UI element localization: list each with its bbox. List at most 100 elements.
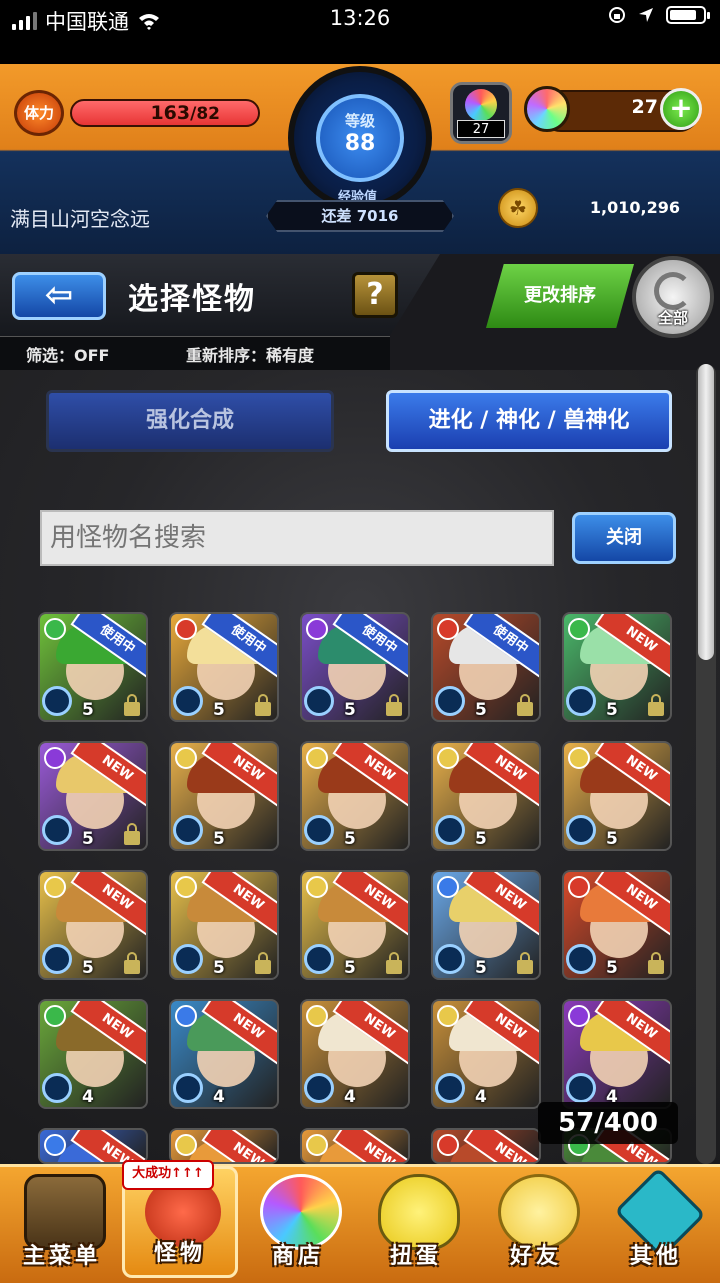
nav-friends[interactable]: 好友	[478, 1166, 594, 1278]
element-icon	[175, 1134, 197, 1156]
back-button[interactable]: ⇦	[12, 272, 106, 320]
help-button[interactable]: ?	[352, 272, 398, 318]
monster-card[interactable]: 使用中 5	[431, 612, 541, 722]
monster-card[interactable]: NEW 5	[562, 741, 672, 851]
type-icon	[435, 815, 465, 845]
element-icon	[437, 876, 459, 898]
monster-card[interactable]: NEW 5	[38, 870, 148, 980]
rarity-stars: 5	[606, 700, 618, 720]
sort-status[interactable]: 重新排序：稀有度	[186, 342, 314, 366]
type-icon	[566, 815, 596, 845]
page-title: 选择怪物	[128, 282, 256, 317]
stamina-text: 163/82	[150, 102, 220, 124]
scrollbar[interactable]	[696, 364, 716, 1164]
element-icon	[437, 747, 459, 769]
monster-card[interactable]: NEW 5	[38, 741, 148, 851]
monster-card[interactable]: NEW 5	[431, 870, 541, 980]
show-all-button[interactable]: 全部	[632, 256, 714, 338]
monster-card[interactable]: 使用中 5	[169, 612, 279, 722]
rainbow-gem-icon	[465, 89, 497, 121]
monster-card[interactable]: 使用中 5	[38, 612, 148, 722]
monster-card[interactable]: NEW 5	[169, 870, 279, 980]
element-icon	[306, 876, 328, 898]
rarity-stars: 4	[213, 1087, 225, 1107]
type-icon	[566, 944, 596, 974]
monster-card[interactable]: NEW 5	[431, 741, 541, 851]
back-arrow-icon: ⇦	[44, 275, 74, 315]
type-icon	[435, 1073, 465, 1103]
monster-card[interactable]: NEW 5	[169, 741, 279, 851]
stamina-meter[interactable]: 体力 163/82	[14, 90, 260, 136]
rarity-stars: 5	[606, 958, 618, 978]
close-search-button[interactable]: 关闭	[572, 512, 676, 564]
nav-other-label: 其他	[629, 1244, 682, 1269]
monster-card[interactable]: NEW	[169, 1128, 279, 1164]
monster-card[interactable]: NEW 5	[300, 870, 410, 980]
type-icon	[566, 1073, 596, 1103]
monster-card[interactable]: NEW 4	[300, 999, 410, 1109]
monster-search-input[interactable]	[40, 510, 554, 566]
nav-gacha-label: 扭蛋	[389, 1244, 442, 1269]
rarity-stars: 5	[82, 958, 94, 978]
type-icon	[435, 686, 465, 716]
lock-icon	[517, 952, 533, 974]
lock-icon	[648, 952, 664, 974]
element-icon	[568, 747, 590, 769]
scrollbar-thumb[interactable]	[698, 364, 714, 660]
monster-card[interactable]: NEW 4	[562, 999, 672, 1109]
element-icon	[44, 618, 66, 640]
monster-card[interactable]: NEW	[38, 1128, 148, 1164]
lock-icon	[124, 823, 140, 845]
gem-counter[interactable]: 27	[450, 82, 512, 144]
tab-evolve[interactable]: 进化 / 神化 / 兽神化	[386, 390, 672, 452]
element-icon	[306, 1134, 328, 1156]
rarity-stars: 5	[213, 700, 225, 720]
monster-card[interactable]: NEW 5	[562, 870, 672, 980]
orb-count: 27	[631, 96, 658, 118]
tab-enhance[interactable]: 强化合成	[46, 390, 334, 452]
element-icon	[44, 747, 66, 769]
nav-home-label: 主菜单	[22, 1244, 101, 1269]
change-sort-button[interactable]: 更改排序	[486, 264, 634, 328]
lock-icon	[648, 694, 664, 716]
buy-orbs-button[interactable]: +	[660, 88, 702, 130]
type-icon	[42, 944, 72, 974]
nav-gacha[interactable]: 扭蛋	[358, 1166, 474, 1278]
gem-count: 27	[457, 120, 505, 138]
element-icon	[175, 747, 197, 769]
nav-shop[interactable]: 商店	[240, 1166, 356, 1278]
monster-card[interactable]: NEW 4	[431, 999, 541, 1109]
coin-count: 1,010,296	[589, 198, 680, 217]
element-icon	[437, 1005, 459, 1027]
monster-card[interactable]: NEW	[431, 1128, 541, 1164]
element-icon	[568, 1005, 590, 1027]
monster-card[interactable]: NEW 4	[169, 999, 279, 1109]
type-icon	[42, 1073, 72, 1103]
location-icon	[639, 8, 653, 22]
rarity-stars: 5	[475, 700, 487, 720]
filter-status[interactable]: 筛选：OFF	[26, 342, 109, 366]
nav-other[interactable]: 其他	[598, 1166, 714, 1278]
system-icons	[608, 6, 710, 24]
battery-icon	[666, 6, 710, 24]
rarity-stars: 4	[344, 1087, 356, 1107]
monster-card[interactable]: NEW	[300, 1128, 410, 1164]
monster-card[interactable]: NEW 4	[38, 999, 148, 1109]
rank-value: 88	[344, 131, 376, 156]
type-icon	[566, 686, 596, 716]
monster-card[interactable]: 使用中 5	[300, 612, 410, 722]
type-icon	[173, 944, 203, 974]
element-icon	[306, 1005, 328, 1027]
element-icon	[44, 1005, 66, 1027]
monster-card[interactable]: NEW 5	[562, 612, 672, 722]
element-icon	[437, 1134, 459, 1156]
stamina-max: /82	[190, 104, 220, 124]
nav-home[interactable]: 主菜单	[4, 1166, 120, 1278]
element-icon	[568, 618, 590, 640]
lock-icon	[124, 952, 140, 974]
type-icon	[42, 815, 72, 845]
element-icon	[306, 618, 328, 640]
monster-card[interactable]: NEW 5	[300, 741, 410, 851]
type-icon	[42, 686, 72, 716]
element-icon	[306, 747, 328, 769]
